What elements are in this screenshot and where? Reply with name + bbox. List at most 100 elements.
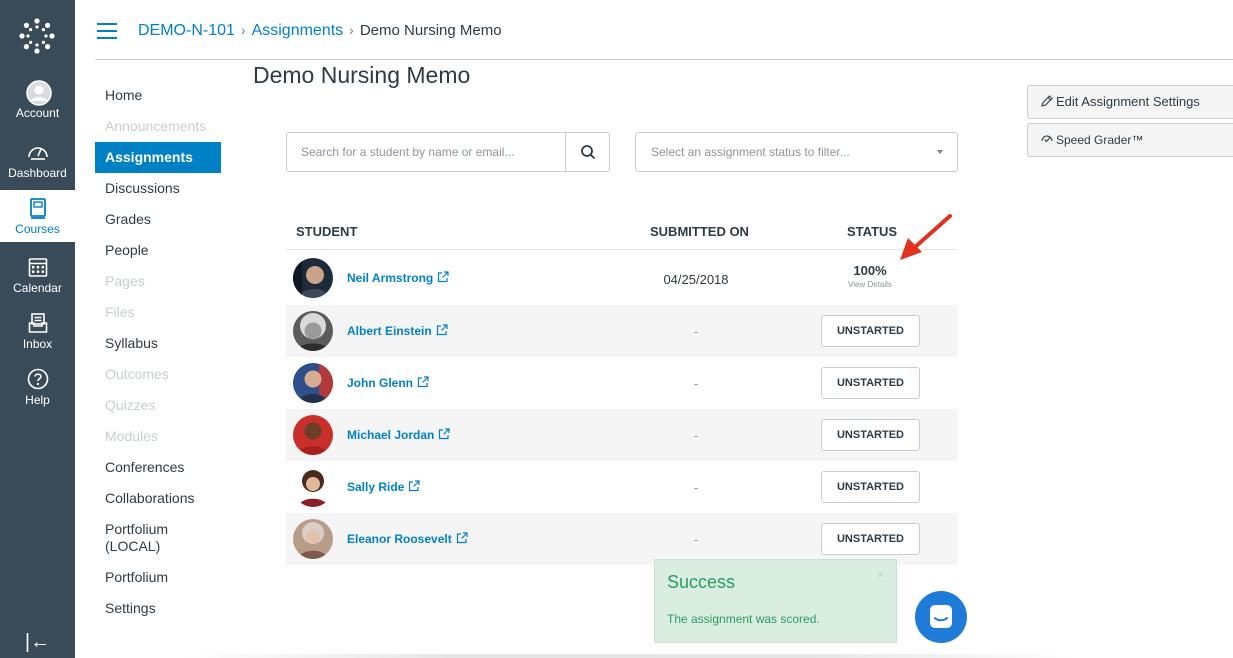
help-icon <box>26 367 50 391</box>
global-nav-inbox[interactable]: Inbox <box>0 311 75 351</box>
student-name: Eleanor Roosevelt <box>347 532 452 546</box>
student-link[interactable]: Sally Ride <box>347 480 420 494</box>
course-nav-syllabus[interactable]: Syllabus <box>95 328 225 359</box>
chevron-down-icon <box>937 150 943 154</box>
column-header-student: STUDENT <box>296 224 358 239</box>
avatar <box>293 519 333 559</box>
external-link-icon <box>456 532 468 544</box>
breadcrumb-current: Demo Nursing Memo <box>359 22 502 39</box>
course-nav-people[interactable]: People <box>95 235 225 266</box>
student-name: Neil Armstrong <box>347 271 434 285</box>
course-nav-discussions[interactable]: Discussions <box>95 173 225 204</box>
submitted-date: - <box>693 532 699 547</box>
course-nav-modules[interactable]: Modules <box>95 421 225 452</box>
external-link-icon <box>417 376 429 388</box>
canvas-logo-icon[interactable] <box>18 17 56 55</box>
calendar-icon <box>26 255 50 279</box>
global-nav-label: Dashboard <box>8 166 67 180</box>
submitted-date: - <box>693 480 699 495</box>
submitted-date: - <box>693 324 699 339</box>
student-link[interactable]: Albert Einstein <box>347 324 448 338</box>
edit-assignment-settings-button[interactable]: Edit Assignment Settings <box>1027 85 1233 119</box>
submitted-date: - <box>693 376 699 391</box>
annotation-arrow-icon <box>900 214 952 260</box>
course-nav-home[interactable]: Home <box>95 80 225 111</box>
student-link[interactable]: Michael Jordan <box>347 428 450 442</box>
course-nav-assignments[interactable]: Assignments <box>95 142 221 173</box>
global-nav-label: Inbox <box>22 337 53 351</box>
dashboard-icon <box>26 140 50 164</box>
table-row: John Glenn - UNSTARTED <box>286 357 958 409</box>
hamburger-menu-icon[interactable] <box>97 23 117 39</box>
chat-icon <box>930 605 952 628</box>
avatar <box>293 311 333 351</box>
table-header: STUDENT SUBMITTED ON STATUS <box>286 212 958 250</box>
close-icon[interactable]: × <box>877 568 884 582</box>
external-link-icon <box>436 324 448 336</box>
global-nav-dashboard[interactable]: Dashboard <box>0 140 75 180</box>
table-row: Neil Armstrong 04/25/2018 100% View Deta… <box>286 252 958 304</box>
course-nav-announcements[interactable]: Announcements <box>95 111 225 142</box>
chat-support-button[interactable] <box>915 591 967 643</box>
breadcrumb: DEMO-N-101 › Assignments › Demo Nursing Memo <box>138 19 502 42</box>
global-nav-label: Calendar <box>13 281 62 295</box>
student-name: John Glenn <box>347 376 413 390</box>
search-icon <box>581 145 595 159</box>
course-nav-grades[interactable]: Grades <box>95 204 225 235</box>
table-row: Eleanor Roosevelt - UNSTARTED <box>286 513 958 565</box>
breadcrumb-course-link[interactable]: DEMO-N-101 <box>138 22 235 39</box>
page-title: Demo Nursing Memo <box>253 62 471 88</box>
speed-grader-button[interactable]: Speed Grader™ <box>1027 123 1233 157</box>
breadcrumb-separator: › <box>349 22 354 38</box>
breadcrumb-assignments-link[interactable]: Assignments <box>252 22 344 39</box>
course-nav-conferences[interactable]: Conferences <box>95 452 225 483</box>
external-link-icon <box>438 271 449 283</box>
status-button[interactable]: UNSTARTED <box>821 315 920 347</box>
submitted-date: - <box>693 428 699 443</box>
global-nav-account[interactable]: Account <box>0 80 75 120</box>
course-nav-pages[interactable]: Pages <box>95 266 225 297</box>
status-button[interactable]: UNSTARTED <box>821 419 920 451</box>
account-icon <box>25 80 52 106</box>
column-header-submitted-on: SUBMITTED ON <box>650 224 749 239</box>
status-button[interactable]: UNSTARTED <box>821 523 920 555</box>
toast-title: Success <box>667 572 736 592</box>
breadcrumb-separator: › <box>240 22 246 38</box>
global-nav: Account Dashboard Courses Calendar Inbox… <box>0 0 75 658</box>
global-nav-help[interactable]: Help <box>0 367 75 407</box>
avatar <box>293 258 333 298</box>
global-nav-calendar[interactable]: Calendar <box>0 255 75 295</box>
page-header: DEMO-N-101 › Assignments › Demo Nursing Memo <box>75 0 1233 60</box>
header-divider <box>95 59 1233 60</box>
avatar <box>293 467 333 507</box>
status-filter-placeholder: Select an assignment status to filter... <box>651 145 850 159</box>
course-nav-settings[interactable]: Settings <box>95 593 225 624</box>
bottom-shadow <box>180 654 1080 658</box>
course-nav-quizzes[interactable]: Quizzes <box>95 390 225 421</box>
global-nav-courses[interactable]: Courses <box>0 190 75 242</box>
collapse-nav-button[interactable]: |← <box>0 630 75 654</box>
course-nav-files[interactable]: Files <box>95 297 225 328</box>
courses-icon <box>26 196 50 220</box>
view-details-link[interactable]: View Details <box>820 280 920 289</box>
student-link[interactable]: Eleanor Roosevelt <box>347 532 468 546</box>
course-nav-portfolium[interactable]: Portfolium <box>95 562 225 593</box>
avatar <box>293 363 333 403</box>
course-nav-outcomes[interactable]: Outcomes <box>95 359 225 390</box>
status-button[interactable]: UNSTARTED <box>821 471 920 503</box>
student-link[interactable]: John Glenn <box>347 376 429 390</box>
edit-settings-label: Edit Assignment Settings <box>1056 94 1200 109</box>
student-search-input[interactable] <box>287 133 565 171</box>
student-name: Sally Ride <box>347 480 405 494</box>
student-name: Albert Einstein <box>347 324 432 338</box>
submitted-date: 04/25/2018 <box>663 272 729 287</box>
status-button[interactable]: UNSTARTED <box>821 367 920 399</box>
course-nav-portfolium-local[interactable]: Portfolium (LOCAL) <box>95 514 215 562</box>
table-row: Sally Ride - UNSTARTED <box>286 461 958 513</box>
course-nav-collaborations[interactable]: Collaborations <box>95 483 225 514</box>
success-toast: Success × The assignment was scored. <box>654 559 897 643</box>
table-row: Michael Jordan - UNSTARTED <box>286 409 958 461</box>
student-link[interactable]: Neil Armstrong <box>347 271 449 285</box>
search-button[interactable] <box>565 133 609 171</box>
status-filter-select[interactable]: Select an assignment status to filter... <box>635 132 958 172</box>
